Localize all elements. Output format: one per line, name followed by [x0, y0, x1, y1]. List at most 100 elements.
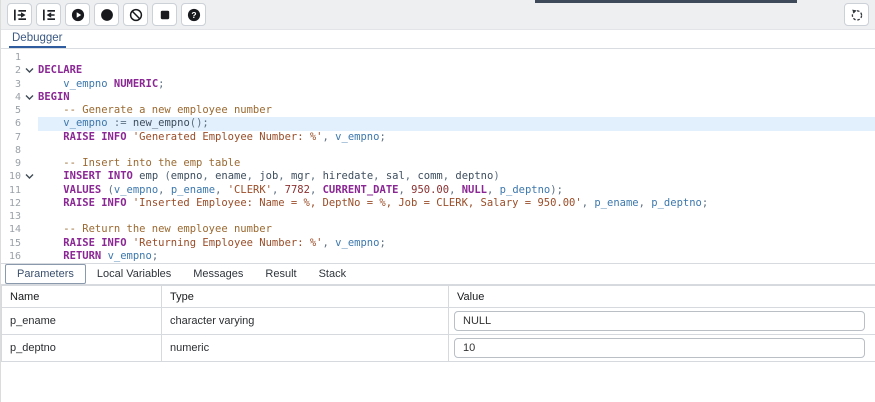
no-entry-icon	[129, 8, 143, 22]
code-text	[38, 144, 875, 157]
continue-button[interactable]	[65, 3, 90, 26]
fold-spacer	[21, 104, 38, 117]
code-line-11[interactable]: 11 VALUES (v_empno, p_ename, 'CLERK', 77…	[1, 184, 875, 197]
param-value-input[interactable]	[454, 311, 865, 331]
step-into-icon	[13, 8, 27, 22]
code-text: RETURN v_empno;	[38, 250, 875, 263]
tab-local-variables[interactable]: Local Variables	[86, 264, 182, 284]
table-row: p_deptnonumeric	[2, 335, 875, 362]
fold-spacer	[21, 157, 38, 170]
column-header-value: Value	[449, 286, 875, 308]
fold-chevron-down-icon[interactable]	[21, 91, 38, 104]
line-number[interactable]: 10	[1, 170, 21, 183]
fold-spacer	[21, 131, 38, 144]
code-line-7[interactable]: 7 RAISE INFO 'Generated Employee Number:…	[1, 131, 875, 144]
line-number[interactable]: 1	[1, 51, 21, 64]
tab-stack[interactable]: Stack	[308, 264, 358, 284]
code-line-3[interactable]: 3 v_empno NUMERIC;	[1, 78, 875, 91]
help-question-icon: ?	[187, 8, 201, 22]
code-text: RAISE INFO 'Generated Employee Number: %…	[38, 131, 875, 144]
code-line-5[interactable]: 5 -- Generate a new employee number	[1, 104, 875, 117]
param-value-cell	[449, 335, 875, 362]
code-line-12[interactable]: 12 RAISE INFO 'Inserted Employee: Name =…	[1, 197, 875, 210]
code-text: BEGIN	[38, 91, 875, 104]
code-line-13[interactable]: 13	[1, 210, 875, 223]
line-number[interactable]: 4	[1, 91, 21, 104]
fold-spacer	[21, 184, 38, 197]
code-line-16[interactable]: 16 RETURN v_empno;	[1, 250, 875, 263]
line-number[interactable]: 14	[1, 223, 21, 236]
bottom-tabs: ParametersLocal VariablesMessagesResultS…	[1, 263, 875, 285]
fold-chevron-down-icon[interactable]	[21, 64, 38, 77]
code-text: DECLARE	[38, 64, 875, 77]
help-button[interactable]: ?	[181, 3, 206, 26]
fold-spacer	[21, 78, 38, 91]
step-into-button[interactable]	[7, 3, 32, 26]
line-number[interactable]: 9	[1, 157, 21, 170]
param-value-input[interactable]	[454, 338, 865, 358]
toggle-breakpoint-button[interactable]	[94, 3, 119, 26]
code-line-15[interactable]: 15 RAISE INFO 'Returning Employee Number…	[1, 237, 875, 250]
fold-spacer	[21, 51, 38, 64]
code-text: RAISE INFO 'Inserted Employee: Name = %,…	[38, 197, 875, 210]
document-tab-bar: Debugger	[1, 30, 875, 49]
tab-debugger-label: Debugger	[12, 32, 63, 44]
param-value-cell	[449, 308, 875, 335]
param-type-cell: numeric	[162, 335, 449, 362]
line-number[interactable]: 5	[1, 104, 21, 117]
tab-messages[interactable]: Messages	[182, 264, 254, 284]
line-number[interactable]: 7	[1, 131, 21, 144]
line-number[interactable]: 11	[1, 184, 21, 197]
code-line-4[interactable]: 4 BEGIN	[1, 91, 875, 104]
code-text	[38, 210, 875, 223]
code-line-8[interactable]: 8	[1, 144, 875, 157]
code-line-1[interactable]: 1	[1, 51, 875, 64]
code-text: v_empno := new_empno();	[38, 117, 875, 130]
toolbar-right-group	[844, 3, 869, 26]
line-number[interactable]: 12	[1, 197, 21, 210]
reset-layout-button[interactable]	[844, 3, 869, 26]
param-name-cell: p_deptno	[2, 335, 162, 362]
line-number[interactable]: 3	[1, 78, 21, 91]
code-line-9[interactable]: 9 -- Insert into the emp table	[1, 157, 875, 170]
step-over-icon	[42, 8, 56, 22]
breakpoint-dot-icon	[100, 8, 114, 22]
fold-spacer	[21, 210, 38, 223]
code-text: RAISE INFO 'Returning Employee Number: %…	[38, 237, 875, 250]
tab-parameters[interactable]: Parameters	[5, 264, 86, 284]
code-text: INSERT INTO emp (empno, ename, job, mgr,…	[38, 170, 875, 183]
line-number[interactable]: 13	[1, 210, 21, 223]
code-editor[interactable]: 12DECLARE3 v_empno NUMERIC;4BEGIN5 -- Ge…	[1, 49, 875, 263]
window-edge-strip	[535, 0, 797, 3]
stop-button[interactable]	[152, 3, 177, 26]
code-text: -- Return the new employee number	[38, 223, 875, 236]
fold-spacer	[21, 223, 38, 236]
line-number[interactable]: 8	[1, 144, 21, 157]
fold-spacer	[21, 197, 38, 210]
code-line-10[interactable]: 10 INSERT INTO emp (empno, ename, job, m…	[1, 170, 875, 183]
reset-circular-arrow-icon	[850, 8, 864, 22]
line-number[interactable]: 6	[1, 117, 21, 130]
table-body: p_enamecharacter varyingp_deptnonumeric	[2, 308, 875, 362]
code-text: -- Insert into the emp table	[38, 157, 875, 170]
code-text: -- Generate a new employee number	[38, 104, 875, 117]
fold-chevron-down-icon[interactable]	[21, 170, 38, 183]
param-name-cell: p_ename	[2, 308, 162, 335]
svg-text:?: ?	[191, 10, 196, 20]
code-text: VALUES (v_empno, p_ename, 'CLERK', 7782,…	[38, 184, 875, 197]
code-line-14[interactable]: 14 -- Return the new employee number	[1, 223, 875, 236]
column-header-name: Name	[2, 286, 162, 308]
step-over-button[interactable]	[36, 3, 61, 26]
tab-result[interactable]: Result	[254, 264, 307, 284]
code-line-2[interactable]: 2 DECLARE	[1, 64, 875, 77]
clear-all-breakpoints-button[interactable]	[123, 3, 148, 26]
stop-square-icon	[158, 8, 172, 22]
line-number[interactable]: 16	[1, 250, 21, 263]
tab-debugger[interactable]: Debugger	[9, 30, 66, 48]
code-text: v_empno NUMERIC;	[38, 78, 875, 91]
line-number[interactable]: 2	[1, 64, 21, 77]
table-header-row: NameTypeValue	[2, 286, 875, 308]
toolbar-button-group: ?	[7, 3, 206, 26]
line-number[interactable]: 15	[1, 237, 21, 250]
code-line-6[interactable]: 6 v_empno := new_empno();	[1, 117, 875, 130]
